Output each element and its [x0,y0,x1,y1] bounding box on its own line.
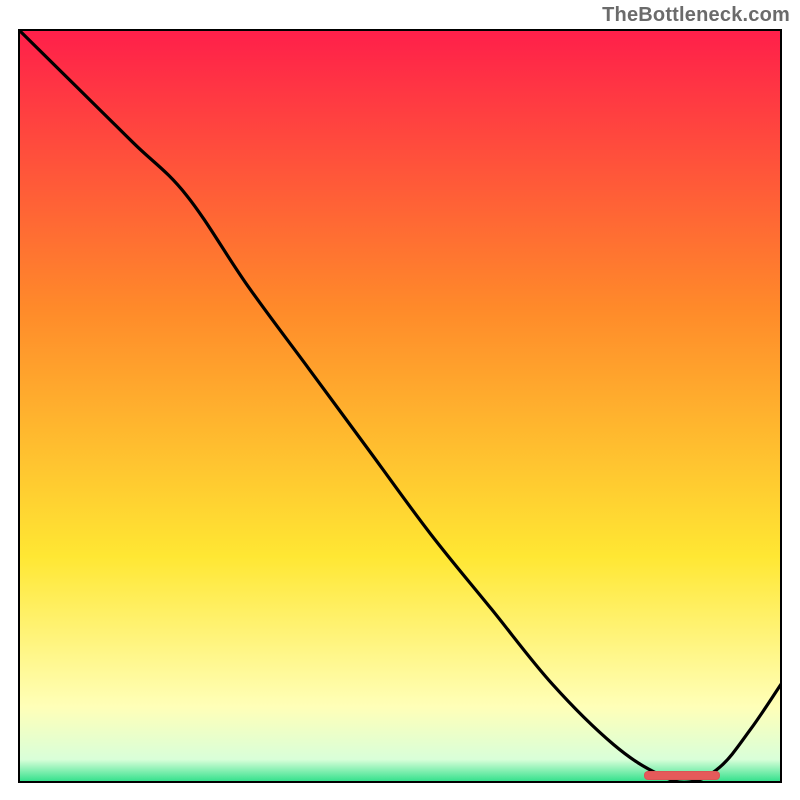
chart-stage: TheBottleneck.com [0,0,800,800]
optimal-range-marker [644,771,720,780]
chart-canvas [0,0,800,800]
